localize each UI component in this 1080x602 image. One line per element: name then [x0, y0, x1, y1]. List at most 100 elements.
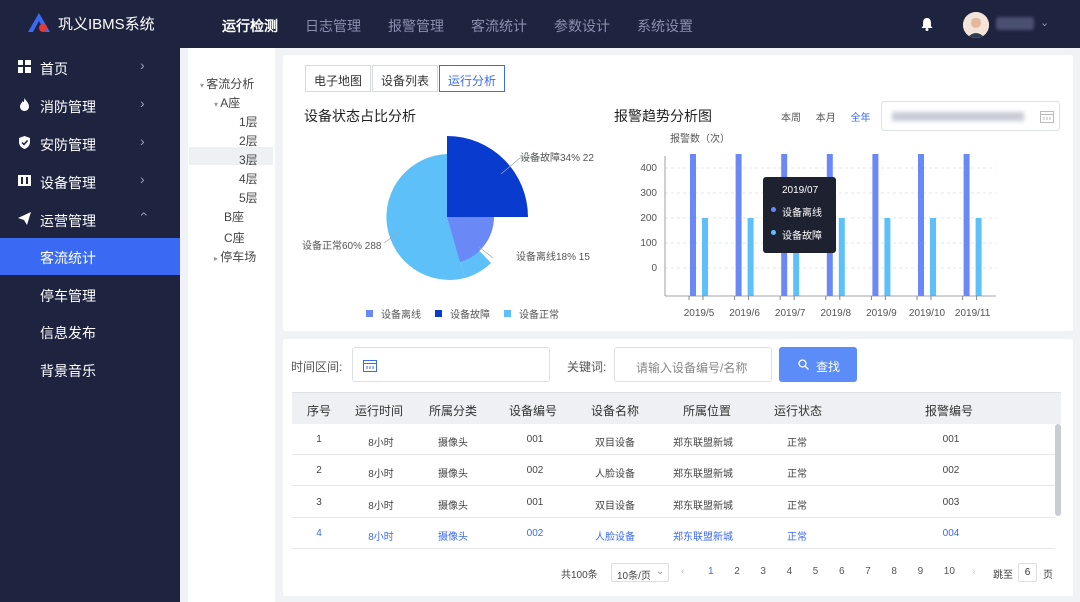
nav-item-system-settings[interactable]: 系统设置 [637, 16, 693, 36]
table-cell: 正常 [787, 438, 807, 449]
bar-offline[interactable] [872, 154, 879, 296]
pagination-total: 共100条 [561, 570, 598, 581]
prev-page-icon[interactable]: ‹ [681, 566, 684, 577]
y-tick-label: 300 [640, 188, 657, 199]
range-year[interactable]: 全年 [851, 113, 871, 124]
bar-fault[interactable] [702, 218, 708, 296]
column-header[interactable]: 运行时间 [355, 402, 403, 419]
table-row[interactable]: 1 8小时 摄像头 001 双目设备 郑东联盟新城 正常 001 [292, 424, 1055, 455]
column-header[interactable]: 设备编号 [509, 402, 557, 419]
page-number[interactable]: 7 [865, 566, 871, 577]
bar-fault[interactable] [884, 218, 891, 296]
sidebar-item-label: 安防管理 [40, 137, 96, 153]
tree-node-building-c[interactable]: C座 [224, 229, 245, 246]
tab-device-list[interactable]: 设备列表 [372, 65, 439, 92]
sidebar-item-label: 首页 [40, 61, 68, 77]
sidebar-subitem-parking[interactable]: 停车管理 [0, 276, 180, 313]
table-cell: 8小时 [368, 532, 394, 543]
bar-offline[interactable] [918, 154, 924, 296]
search-button[interactable]: 查找 [779, 347, 857, 382]
page-size-value: 10条/页 [617, 571, 651, 582]
table-cell: 4 [316, 528, 322, 539]
page-number[interactable]: 9 [918, 566, 924, 577]
date-range-picker[interactable] [881, 101, 1060, 131]
sidebar-item-security[interactable]: 安防管理 › [0, 124, 180, 161]
page-number[interactable]: 1 [708, 566, 714, 577]
y-tick-label: 100 [640, 238, 657, 249]
column-header[interactable]: 设备名称 [591, 402, 639, 419]
column-header[interactable]: 报警编号 [925, 402, 973, 419]
date-range-value-redacted [892, 112, 1024, 121]
next-page-icon[interactable]: › [972, 566, 975, 577]
nav-item-runtime-monitor[interactable]: 运行检测 [222, 16, 278, 36]
sidebar-item-operations[interactable]: 运营管理 › [0, 200, 180, 237]
bar-offline[interactable] [690, 154, 696, 296]
table-cell: 双目设备 [595, 438, 635, 449]
keyword-input[interactable]: 请输入设备编号/名称 [614, 347, 772, 382]
sidebar-item-home[interactable]: 首页 › [0, 48, 180, 85]
bar-fault[interactable] [930, 218, 936, 296]
table-cell: 002 [526, 528, 544, 539]
table-row[interactable]: 2 8小时 摄像头 002 人脸设备 郑东联盟新城 正常 002 [292, 455, 1055, 486]
nav-item-log-management[interactable]: 日志管理 [305, 16, 361, 36]
tooltip-item: 设备离线 [782, 208, 822, 219]
bar-fault[interactable] [747, 218, 754, 296]
table-cell: 2 [316, 465, 322, 476]
legend-label: 设备故障 [450, 310, 490, 321]
bar-offline[interactable] [963, 154, 970, 296]
column-header[interactable]: 所属位置 [683, 402, 731, 419]
bell-icon[interactable] [919, 16, 935, 32]
page-number[interactable]: 4 [787, 566, 793, 577]
time-range-input[interactable] [352, 347, 550, 382]
nav-item-alarm-management[interactable]: 报警管理 [388, 16, 444, 36]
table-row[interactable]: 3 8小时 摄像头 001 双目设备 郑东联盟新城 正常 003 [292, 487, 1055, 518]
sidebar-item-devices[interactable]: 设备管理 › [0, 162, 180, 199]
page-number[interactable]: 10 [944, 566, 955, 577]
tree-node-floor[interactable]: 1层 [239, 113, 258, 130]
table-cell: 正常 [787, 469, 807, 480]
x-tick-label: 2019/7 [775, 308, 806, 319]
table-cell: 人脸设备 [595, 532, 635, 543]
page-number[interactable]: 2 [734, 566, 740, 577]
column-header[interactable]: 所属分类 [429, 402, 477, 419]
sidebar-subitem-background-music[interactable]: 背景音乐 [0, 351, 180, 388]
tree-node-floor-selected[interactable]: 3层 [239, 151, 258, 168]
page-number[interactable]: 8 [891, 566, 897, 577]
sidebar-item-label: 消防管理 [40, 99, 96, 115]
sidebar-subitem-passenger-flow[interactable]: 客流统计 [0, 238, 180, 275]
table-cell: 双目设备 [595, 501, 635, 512]
table-row[interactable]: 4 8小时 摄像头 002 人脸设备 郑东联盟新城 正常 004 [292, 518, 1055, 549]
tab-electronic-map[interactable]: 电子地图 [305, 65, 372, 92]
tab-runtime-analysis[interactable]: 运行分析 [439, 65, 506, 92]
tree-node-floor[interactable]: 5层 [239, 189, 258, 206]
top-navigation-bar: 巩义IBMS系统 运行检测 日志管理 报警管理 客流统计 参数设计 系统设置 ⌄ [0, 0, 1080, 48]
nav-item-passenger-flow[interactable]: 客流统计 [471, 16, 527, 36]
user-avatar[interactable] [963, 12, 989, 38]
sidebar-subitem-info-publish[interactable]: 信息发布 [0, 313, 180, 350]
page-number[interactable]: 3 [760, 566, 766, 577]
column-header[interactable]: 运行状态 [774, 402, 822, 419]
tree-node-selected-bg [189, 147, 273, 165]
tree-node-parking[interactable]: ▸ 停车场 [214, 248, 256, 265]
chevron-down-icon[interactable]: ⌄ [1040, 16, 1049, 29]
page-size-select[interactable]: 10条/页 ⌄ [611, 563, 669, 582]
column-header[interactable]: 序号 [307, 402, 331, 419]
page-number[interactable]: 6 [839, 566, 845, 577]
tree-node-building-a[interactable]: ▾ A座 [214, 94, 240, 111]
chevron-down-icon: ⌄ [656, 566, 665, 577]
bar-offline[interactable] [735, 154, 742, 296]
sidebar-item-fire[interactable]: 消防管理 › [0, 86, 180, 123]
user-name-redacted[interactable] [996, 17, 1034, 30]
goto-page-input[interactable]: 6 [1018, 563, 1037, 582]
range-switch: 本周 本月 全年 [781, 109, 883, 124]
page-number[interactable]: 5 [813, 566, 819, 577]
tree-node-floor[interactable]: 4层 [239, 170, 258, 187]
bar-fault[interactable] [975, 218, 982, 296]
range-week[interactable]: 本周 [781, 113, 801, 124]
table-scrollbar[interactable] [1055, 424, 1061, 516]
tree-node-root[interactable]: ▾ 客流分析 [200, 75, 254, 92]
bar-fault[interactable] [838, 218, 845, 296]
tree-node-building-b[interactable]: B座 [224, 208, 244, 225]
range-month[interactable]: 本月 [816, 113, 836, 124]
nav-item-parameter-design[interactable]: 参数设计 [554, 16, 610, 36]
